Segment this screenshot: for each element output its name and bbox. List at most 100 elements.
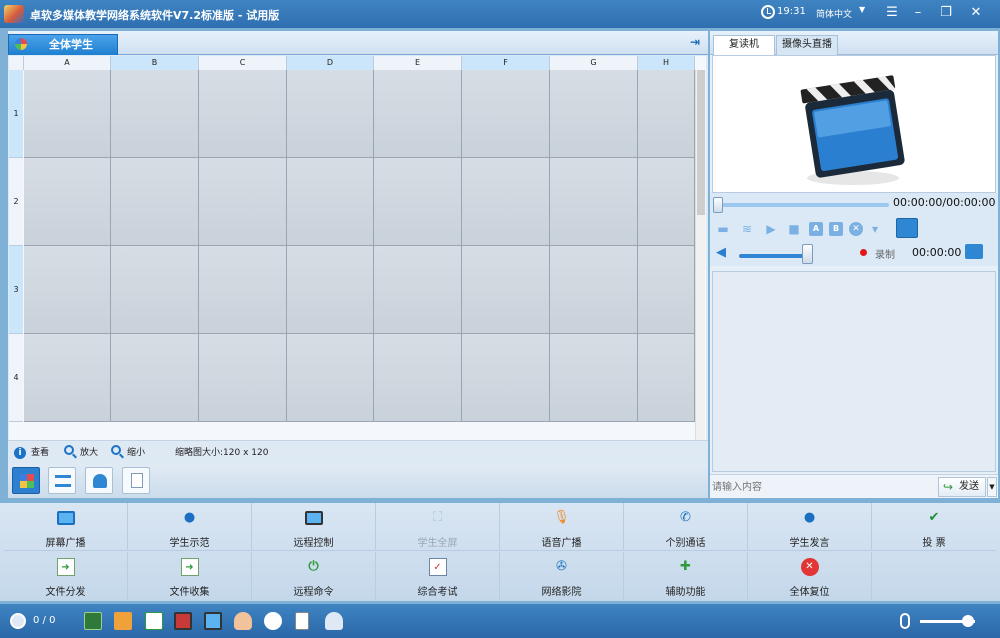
function-label: 远程命令 xyxy=(293,587,334,598)
student-cell[interactable] xyxy=(638,246,695,334)
folder-icon[interactable] xyxy=(965,244,983,259)
student-cell[interactable] xyxy=(550,70,638,158)
document-mode-button[interactable] xyxy=(122,467,150,494)
bookmark-icon[interactable]: ▾ xyxy=(868,222,882,236)
raise-hand-icon[interactable] xyxy=(234,612,252,630)
tab-camera-live[interactable]: 摄像头直播 xyxy=(776,35,838,55)
clear-icon[interactable]: ✕ xyxy=(849,222,863,236)
monitor-icon[interactable] xyxy=(204,612,222,630)
voice-broadcast-button[interactable]: 🎙 语音广播 xyxy=(500,503,624,551)
student-cell[interactable] xyxy=(462,158,550,246)
reset-all-button[interactable]: ✕ 全体复位 xyxy=(748,552,872,600)
student-cell[interactable] xyxy=(374,246,462,334)
student-cell[interactable] xyxy=(550,246,638,334)
student-cell[interactable] xyxy=(462,246,550,334)
remote-control-button[interactable]: 远程控制 xyxy=(252,503,376,551)
student-cell[interactable] xyxy=(374,334,462,422)
record-time: 00:00:00 xyxy=(912,246,962,259)
chat-input[interactable] xyxy=(712,478,936,496)
vertical-scrollbar[interactable] xyxy=(695,70,705,442)
student-cell[interactable] xyxy=(24,246,111,334)
student-cell[interactable] xyxy=(24,158,111,246)
file-collect-button[interactable]: ➜ 文件收集 xyxy=(128,552,252,600)
chevron-down-icon[interactable]: ▼ xyxy=(859,5,865,14)
minimize-button[interactable]: – xyxy=(904,3,932,23)
open-file-icon[interactable]: ▬ xyxy=(716,222,730,236)
list-mode-button[interactable] xyxy=(48,467,76,494)
volume-icon[interactable]: ◀ xyxy=(716,245,726,260)
scrollbar-thumb[interactable] xyxy=(697,70,705,215)
menu-icon[interactable]: ☰ xyxy=(878,3,906,23)
student-cell[interactable] xyxy=(550,334,638,422)
document-icon[interactable] xyxy=(295,612,309,630)
pin-panel-icon[interactable]: ⇥ xyxy=(690,36,704,48)
student-cell[interactable] xyxy=(287,246,374,334)
student-cell[interactable] xyxy=(199,246,287,334)
help-user-icon[interactable] xyxy=(325,612,343,630)
clipboard-icon[interactable] xyxy=(145,612,163,630)
student-cell[interactable] xyxy=(374,158,462,246)
student-cell[interactable] xyxy=(24,334,111,422)
play-icon[interactable]: ▶ xyxy=(764,222,778,236)
private-call-button[interactable]: ✆ 个别通话 xyxy=(624,503,748,551)
blackboard-icon[interactable] xyxy=(84,612,102,630)
assist-functions-button[interactable]: ✚ 辅助功能 xyxy=(624,552,748,600)
exam-button[interactable]: ✓ 综合考试 xyxy=(376,552,500,600)
zoom-in-button[interactable]: 放大 xyxy=(64,445,98,458)
broadcast-icon[interactable]: ≋ xyxy=(740,222,754,236)
black-screen-icon[interactable] xyxy=(174,612,192,630)
microphone-icon[interactable] xyxy=(900,613,910,629)
restore-button[interactable]: ❐ xyxy=(932,3,960,23)
tab-repeater[interactable]: 复读机 xyxy=(713,35,775,55)
student-cell[interactable] xyxy=(24,70,111,158)
student-cell[interactable] xyxy=(199,334,287,422)
file-distribute-button[interactable]: ➜ 文件分发 xyxy=(4,552,128,600)
student-cell[interactable] xyxy=(638,158,695,246)
student-speak-button[interactable]: ● 学生发言 xyxy=(748,503,872,551)
record-label[interactable]: 录制 xyxy=(875,246,895,261)
student-cell[interactable] xyxy=(374,70,462,158)
student-cell[interactable] xyxy=(462,70,550,158)
record-icon[interactable] xyxy=(860,249,867,256)
student-cell[interactable] xyxy=(462,334,550,422)
student-cell[interactable] xyxy=(638,334,695,422)
send-button[interactable]: ↪ 发送 xyxy=(938,477,986,497)
zoom-out-button[interactable]: 缩小 xyxy=(111,445,145,458)
tab-all-students[interactable]: 全体学生 xyxy=(8,34,118,55)
view-button[interactable]: i 查看 xyxy=(14,445,49,459)
student-cell[interactable] xyxy=(199,158,287,246)
student-cell[interactable] xyxy=(111,334,199,422)
student-cell[interactable] xyxy=(111,70,199,158)
language-selector[interactable]: 简体中文 xyxy=(816,7,852,20)
thumbnail-mode-button[interactable] xyxy=(12,467,40,494)
volume-slider[interactable] xyxy=(739,254,809,258)
progress-knob[interactable] xyxy=(713,197,723,213)
progress-track[interactable] xyxy=(713,197,889,213)
student-cell[interactable] xyxy=(111,246,199,334)
chat-bubble-icon[interactable] xyxy=(264,612,282,630)
student-demo-button[interactable]: ● 学生示范 xyxy=(128,503,252,551)
student-cell[interactable] xyxy=(287,158,374,246)
remote-command-button[interactable]: ⏻ 远程命令 xyxy=(252,552,376,600)
student-cell[interactable] xyxy=(199,70,287,158)
student-fullscreen-button[interactable]: ⛶ 学生全屏 xyxy=(376,503,500,551)
send-options-dropdown[interactable]: ▼ xyxy=(987,477,997,497)
vote-button[interactable]: ✔ 投 票 xyxy=(872,503,996,551)
stop-icon[interactable]: ■ xyxy=(787,222,801,236)
screen-broadcast-button[interactable]: 屏幕广播 xyxy=(4,503,128,551)
student-cell[interactable] xyxy=(550,158,638,246)
a-point-icon[interactable]: A xyxy=(809,222,823,236)
snapshot-button[interactable] xyxy=(896,218,918,238)
close-button[interactable]: ✕ xyxy=(962,3,990,23)
seat-mode-button[interactable] xyxy=(85,467,113,494)
student-cell[interactable] xyxy=(287,334,374,422)
exit-icon[interactable] xyxy=(114,612,132,630)
volume-knob[interactable] xyxy=(802,244,813,264)
student-cell[interactable] xyxy=(638,70,695,158)
student-cell[interactable] xyxy=(287,70,374,158)
student-cell[interactable] xyxy=(111,158,199,246)
mic-volume-knob[interactable] xyxy=(962,615,974,627)
network-cinema-button[interactable]: ✇ 网络影院 xyxy=(500,552,624,600)
b-point-icon[interactable]: B xyxy=(829,222,843,236)
function-label: 文件分发 xyxy=(45,587,86,598)
